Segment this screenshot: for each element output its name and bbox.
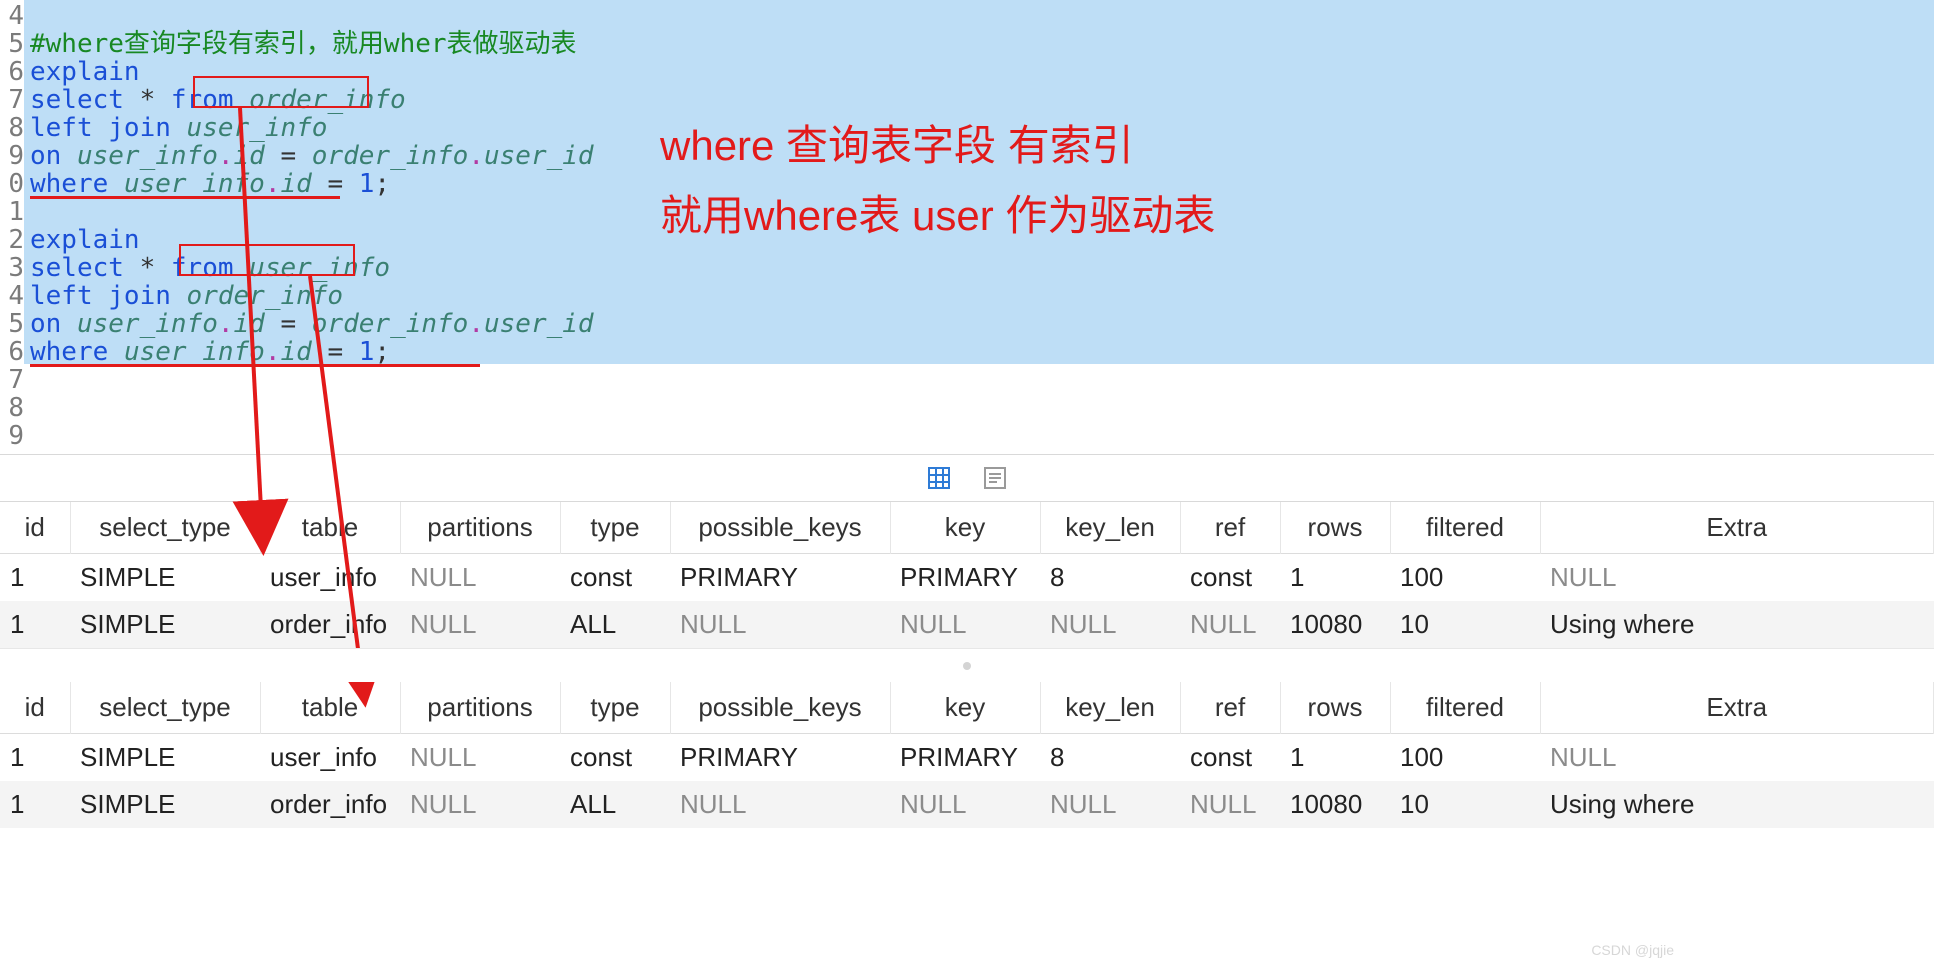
cell-rows: 10080 [1280,601,1390,648]
annotation-line-2: 就用where表 user 作为驱动表 [660,188,1215,244]
cell-select_type: SIMPLE [70,734,260,782]
results-toolbar [0,454,1934,502]
cell-key: PRIMARY [890,734,1040,782]
cell-id: 1 [0,601,70,648]
cell-filtered: 10 [1390,781,1540,828]
table-row[interactable]: 1SIMPLEuser_infoNULLconstPRIMARYPRIMARY8… [0,554,1934,602]
cell-possible_keys: PRIMARY [670,734,890,782]
cell-type: ALL [560,601,670,648]
cell-ref: const [1180,554,1280,602]
cell-possible_keys: NULL [670,601,890,648]
cell-partitions: NULL [400,781,560,828]
cell-key: PRIMARY [890,554,1040,602]
cell-rows: 1 [1280,554,1390,602]
cell-ref: const [1180,734,1280,782]
cell-select_type: SIMPLE [70,781,260,828]
grid-view-icon[interactable] [927,466,951,490]
line-gutter: 4567 8901 2345 6789 [0,0,24,450]
cell-ref: NULL [1180,781,1280,828]
cell-Extra: NULL [1540,734,1934,782]
text-view-icon[interactable] [983,466,1007,490]
cell-partitions: NULL [400,601,560,648]
watermark: CSDN @jqjie [1591,942,1674,958]
cell-Extra: Using where [1540,601,1934,648]
cell-rows: 1 [1280,734,1390,782]
table-header-row: idselect_typetablepartitions typepossibl… [0,682,1934,734]
cell-key_len: 8 [1040,734,1180,782]
cell-ref: NULL [1180,601,1280,648]
cell-key: NULL [890,781,1040,828]
code-highlighted-block[interactable]: #where查询字段有索引，就用wher表做驱动表 explain select… [24,0,1934,364]
cell-Extra: Using where [1540,781,1934,828]
table-row[interactable]: 1SIMPLEuser_infoNULLconstPRIMARYPRIMARY8… [0,734,1934,782]
cell-type: ALL [560,781,670,828]
cell-key: NULL [890,601,1040,648]
explain-table-2[interactable]: idselect_typetablepartitions typepossibl… [0,682,1934,828]
cell-key_len: 8 [1040,554,1180,602]
cell-type: const [560,734,670,782]
cell-filtered: 10 [1390,601,1540,648]
cell-type: const [560,554,670,602]
cell-select_type: SIMPLE [70,601,260,648]
cell-partitions: NULL [400,554,560,602]
cell-select_type: SIMPLE [70,554,260,602]
highlight-box-order-info [193,76,369,108]
code-comment: #where查询字段有索引，就用wher表做驱动表 [30,29,577,59]
sql-editor[interactable]: 4567 8901 2345 6789 #where查询字段有索引，就用wher… [0,0,1934,448]
cell-partitions: NULL [400,734,560,782]
table-divider [0,648,1934,682]
table-row[interactable]: 1SIMPLEorder_infoNULLALLNULLNULLNULLNULL… [0,781,1934,828]
cell-filtered: 100 [1390,734,1540,782]
code-plain-block[interactable] [24,364,1934,448]
cell-table: user_info [260,554,400,602]
cell-id: 1 [0,734,70,782]
cell-Extra: NULL [1540,554,1934,602]
cell-id: 1 [0,554,70,602]
cell-table: order_info [260,781,400,828]
underline-where-2 [30,364,480,367]
cell-possible_keys: PRIMARY [670,554,890,602]
table-row[interactable]: 1SIMPLEorder_infoNULLALLNULLNULLNULLNULL… [0,601,1934,648]
cell-table: order_info [260,601,400,648]
explain-table-1[interactable]: idselect_typetablepartitions typepossibl… [0,502,1934,648]
cell-possible_keys: NULL [670,781,890,828]
annotation-line-1: where 查询表字段 有索引 [660,118,1134,174]
highlight-box-user-info [179,244,355,276]
cell-key_len: NULL [1040,781,1180,828]
cell-filtered: 100 [1390,554,1540,602]
explain-results: idselect_typetablepartitions typepossibl… [0,502,1934,828]
underline-where-1 [30,196,340,199]
cell-table: user_info [260,734,400,782]
cell-rows: 10080 [1280,781,1390,828]
cell-id: 1 [0,781,70,828]
table-header-row: idselect_typetablepartitions typepossibl… [0,502,1934,554]
cell-key_len: NULL [1040,601,1180,648]
